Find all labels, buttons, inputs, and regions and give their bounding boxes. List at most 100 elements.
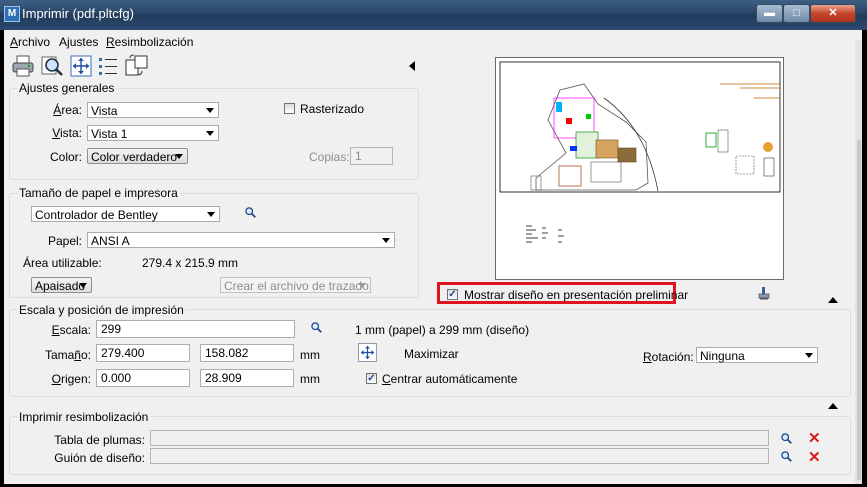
scale-note: 1 mm (papel) a 299 mm (diseño) [355, 323, 530, 337]
plot-config-button[interactable] [758, 286, 770, 300]
rasterizado-label: Rasterizado [300, 102, 365, 116]
papel-value: ANSI A [91, 234, 130, 248]
print-preview [495, 57, 784, 280]
orientation-select[interactable]: Apaisado [31, 277, 92, 293]
paper-printer-title: Tamaño de papel e impresora [17, 186, 180, 200]
magnifier-icon [245, 207, 256, 218]
print-button[interactable] [11, 54, 35, 78]
origen-x-input[interactable]: 0.000 [96, 369, 190, 387]
chevron-down-icon [382, 238, 390, 243]
area-select[interactable]: Vista [87, 102, 219, 118]
collapse-position-icon[interactable] [828, 297, 838, 303]
delete-x-icon: ✕ [808, 449, 821, 466]
close-button[interactable]: ✕ [810, 4, 856, 23]
fit-button[interactable] [70, 55, 92, 77]
guion-label: Guión de diseño: [54, 451, 145, 465]
maximizar-label: Maximizar [404, 347, 459, 361]
tamano-x-input[interactable]: 279.400 [96, 344, 190, 362]
tabla-input[interactable] [150, 430, 769, 446]
auto-center-label: Centrar automáticamente [382, 372, 518, 386]
preview-button[interactable] [40, 54, 64, 78]
title-bar: M Imprimir (pdf.pltcfg) ▬ □ ✕ [0, 0, 867, 30]
menu-archivo-rest: rchivo [18, 35, 51, 49]
escala-input[interactable]: 299 [96, 320, 295, 338]
chevron-down-icon [358, 283, 366, 288]
area-value: Vista [91, 104, 118, 118]
menu-ajustes[interactable]: Ajustes [59, 35, 98, 49]
orientation-value: Apaisado [35, 279, 86, 293]
scale-position-title: Escala y posición de impresión [17, 303, 186, 317]
menu-resimbolizacion[interactable]: Resimbolización [106, 35, 193, 49]
origen-y-input[interactable]: 28.909 [200, 369, 294, 387]
scale-search-button[interactable] [311, 322, 322, 336]
chevron-down-icon [805, 353, 813, 358]
papel-select[interactable]: ANSI A [87, 232, 395, 248]
magnifier-icon [781, 451, 792, 462]
magnifier-icon [311, 322, 322, 333]
scrollbar-thumb[interactable] [857, 140, 861, 480]
tabla-label: Tabla de plumas: [54, 433, 145, 447]
rotacion-value: Ninguna [700, 349, 745, 363]
collapse-preview-icon[interactable] [409, 61, 415, 71]
chevron-down-icon [175, 154, 183, 159]
close-icon: ✕ [828, 7, 838, 19]
rotacion-label: Rotación: [643, 350, 694, 364]
plotter-icon [758, 287, 770, 300]
tabla-clear-button[interactable]: ✕ [808, 431, 821, 446]
area-util-value: 279.4 x 215.9 mm [142, 256, 239, 270]
rasterizado-checkbox[interactable] [284, 103, 295, 114]
maximize-button[interactable]: □ [783, 4, 810, 23]
collapse-resym-icon[interactable] [828, 403, 838, 409]
menu-ajustes-rest: ustes [69, 35, 99, 49]
chevron-down-icon [207, 212, 215, 217]
menu-archivo[interactable]: Archivo [10, 35, 50, 49]
color-value: Color verdadero [91, 150, 178, 164]
guion-input[interactable] [150, 448, 769, 464]
delete-x-icon: ✕ [808, 430, 821, 447]
menu-resimbolizacion-rest: esimbolización [114, 35, 194, 49]
maximize-plot-button[interactable] [358, 343, 377, 362]
magnifier-icon [781, 433, 792, 444]
color-select[interactable]: Color verdadero [87, 148, 188, 164]
guion-clear-button[interactable]: ✕ [808, 450, 821, 465]
guion-browse-button[interactable] [781, 451, 792, 465]
vista-select[interactable]: Vista 1 [87, 125, 219, 141]
tamano-unit: mm [300, 348, 320, 362]
show-preview-checkbox[interactable]: ✓ [447, 289, 458, 300]
area-util-label: Área utilizable: [23, 256, 102, 270]
list-icon [99, 58, 117, 75]
page-setup-button[interactable] [124, 54, 150, 78]
move-arrows-icon [70, 55, 92, 77]
tabla-browse-button[interactable] [781, 433, 792, 447]
origen-unit: mm [300, 372, 320, 386]
preview-magnifier-icon [41, 56, 63, 76]
vista-label: Vista: [52, 126, 82, 140]
menu-archivo-key: A [10, 35, 19, 49]
origen-label: Origen: [51, 372, 91, 386]
maximize-icon: □ [793, 7, 800, 19]
printer-icon [12, 55, 34, 77]
menu-resimbolizacion-key: R [106, 35, 115, 49]
driver-search-button[interactable] [245, 207, 256, 221]
chevron-down-icon [206, 108, 214, 113]
resym-title: Imprimir resimbolización [17, 410, 151, 424]
page-rotate-icon [125, 54, 148, 76]
show-preview-label: Mostrar diseño en presentación prelimina… [464, 288, 689, 302]
auto-center-checkbox[interactable]: ✓ [366, 373, 377, 384]
microstation-app-icon[interactable]: M [4, 6, 20, 22]
checkmark-icon: ✓ [448, 289, 457, 300]
copias-input[interactable]: 1 [350, 147, 393, 165]
tamano-y-input[interactable]: 158.082 [200, 344, 294, 362]
rotacion-select[interactable]: Ninguna [696, 347, 818, 363]
copias-label: Copias: [309, 150, 350, 164]
area-label: Área: [53, 103, 82, 117]
list-button[interactable] [97, 55, 119, 77]
vista-value: Vista 1 [91, 127, 128, 141]
chevron-down-icon [206, 131, 214, 136]
drawing-preview-image [499, 61, 781, 243]
driver-select[interactable]: Controlador de Bentley [31, 206, 220, 222]
minimize-button[interactable]: ▬ [756, 4, 783, 23]
escala-label: Escala: [51, 323, 91, 337]
menu-ajustes-pre: A [59, 35, 68, 49]
plotfile-select[interactable]: Crear el archivo de trazado [220, 277, 371, 293]
